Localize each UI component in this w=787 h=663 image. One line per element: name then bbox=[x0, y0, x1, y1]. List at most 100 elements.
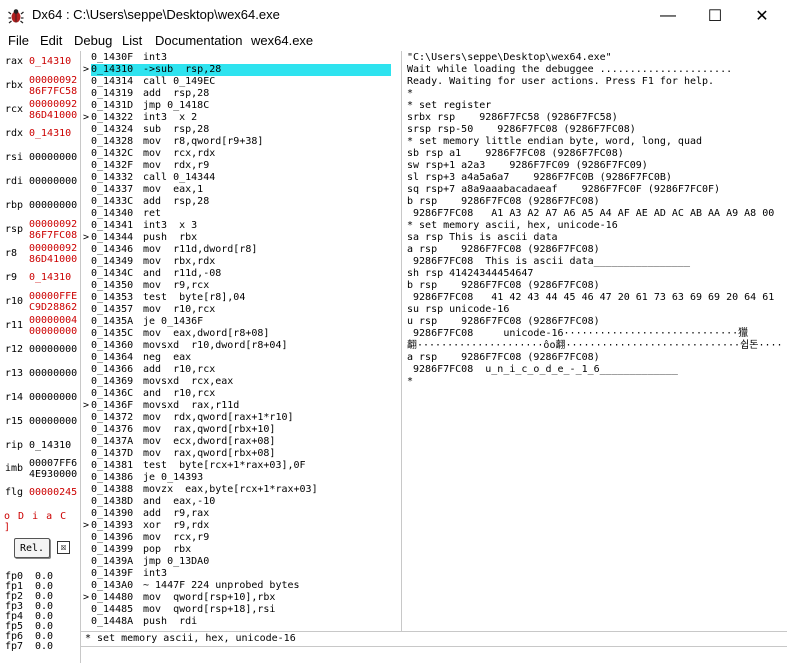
register-value[interactable]: 00000092 bbox=[29, 243, 85, 254]
register-value[interactable]: 00000000 bbox=[29, 200, 85, 211]
command-input[interactable] bbox=[81, 646, 787, 663]
disasm-address: 0_1436F bbox=[91, 400, 134, 411]
register-value[interactable]: 00000000 bbox=[29, 392, 85, 403]
disasm-line[interactable]: 0_14388 movzx eax,byte[rcx+1*rax+03] bbox=[81, 484, 401, 496]
disasm-line[interactable]: 0_14341 int3 x 3 bbox=[81, 220, 401, 232]
register-value[interactable]: 00000245 bbox=[29, 487, 85, 498]
disasm-line[interactable]: 0_14364 neg eax bbox=[81, 352, 401, 364]
disassembly-pane[interactable]: 0_1430F int3 >0_14310 ->sub rsp,28 0_14314 ca… bbox=[81, 51, 402, 631]
disasm-line[interactable]: >0_14393 xor r9,rdx bbox=[81, 520, 401, 532]
register-value[interactable]: 00000000 bbox=[29, 416, 85, 427]
register-value[interactable]: 86D41000 bbox=[29, 254, 85, 265]
disasm-instruction: push rbx bbox=[143, 232, 198, 243]
disasm-line[interactable]: >0_14344 push rbx bbox=[81, 232, 401, 244]
register-value[interactable]: 0_14310 bbox=[29, 128, 85, 139]
register-value[interactable]: 00000000 bbox=[29, 344, 85, 355]
disasm-instruction: xor r9,rdx bbox=[143, 520, 210, 531]
disasm-line[interactable]: >0_14480 mov qword[rsp+10],rbx bbox=[81, 592, 401, 604]
disasm-line[interactable]: 0_14340 ret bbox=[81, 208, 401, 220]
disasm-line[interactable]: 0_14396 mov rcx,r9 bbox=[81, 532, 401, 544]
menu-wex64[interactable]: wex64.exe bbox=[251, 33, 313, 48]
disasm-current-line[interactable]: >0_14310 ->sub rsp,28 bbox=[81, 64, 401, 76]
disasm-line[interactable]: 0_1431D jmp 0_1418C bbox=[81, 100, 401, 112]
disasm-line[interactable]: 0_1438D and eax,-10 bbox=[81, 496, 401, 508]
disasm-line[interactable]: 0_1432F mov rdx,r9 bbox=[81, 160, 401, 172]
disasm-instruction: ->sub rsp,28 bbox=[143, 64, 222, 75]
relative-button[interactable]: Rel. bbox=[14, 538, 50, 558]
menu-debug[interactable]: Debug bbox=[74, 33, 112, 48]
disasm-line[interactable]: 0_14369 movsxd rcx,eax bbox=[81, 376, 401, 388]
disasm-line[interactable]: 0_14360 movsxd r10,dword[r8+04] bbox=[81, 340, 401, 352]
console-pane[interactable]: "C:\Users\seppe\Desktop\wex64.exe" Wait w… bbox=[402, 51, 787, 631]
disasm-line[interactable]: 0_143A0 ~ 1447F 224 unprobed bytes bbox=[81, 580, 401, 592]
disasm-line[interactable]: 0_1433C add rsp,28 bbox=[81, 196, 401, 208]
close-button[interactable]: ✕ bbox=[739, 0, 785, 31]
register-value[interactable]: 0_14310 bbox=[29, 56, 85, 67]
disasm-line[interactable]: 0_14386 je 0_14393 bbox=[81, 472, 401, 484]
disasm-line[interactable]: 0_1436C and r10,rcx bbox=[81, 388, 401, 400]
register-value[interactable]: 86F7FC58 bbox=[29, 86, 85, 97]
disasm-line[interactable]: 0_14376 mov rax,qword[rbx+10] bbox=[81, 424, 401, 436]
disasm-instruction: mov qword[rsp+10],rbx bbox=[143, 592, 276, 603]
disasm-line[interactable]: 0_1439A jmp 0_13DA0 bbox=[81, 556, 401, 568]
register-value[interactable]: 86F7FC08 bbox=[29, 230, 85, 241]
register-value[interactable]: 00000000 bbox=[29, 176, 85, 187]
disasm-line[interactable]: 0_14346 mov r11d,dword[r8] bbox=[81, 244, 401, 256]
disasm-line[interactable]: 0_14337 mov eax,1 bbox=[81, 184, 401, 196]
disasm-line[interactable]: 0_14372 mov rdx,qword[rax+1*r10] bbox=[81, 412, 401, 424]
menu-list[interactable]: List bbox=[122, 33, 142, 48]
disasm-line[interactable]: 0_14319 add rsp,28 bbox=[81, 88, 401, 100]
disasm-line[interactable]: 0_14399 pop rbx bbox=[81, 544, 401, 556]
disasm-line[interactable]: 0_14366 add r10,rcx bbox=[81, 364, 401, 376]
disasm-line[interactable]: 0_14314 call 0_149EC bbox=[81, 76, 401, 88]
disasm-line[interactable]: 0_14353 test byte[r8],04 bbox=[81, 292, 401, 304]
disasm-line[interactable]: 0_14328 mov r8,qword[r9+38] bbox=[81, 136, 401, 148]
register-value[interactable]: 00000004 bbox=[29, 315, 85, 326]
disasm-line[interactable]: 0_1439F int3 bbox=[81, 568, 401, 580]
disasm-line[interactable]: 0_14381 test byte[rcx+1*rax+03],0F bbox=[81, 460, 401, 472]
console-line: a rsp 9286F7FC08 (9286F7FC08) bbox=[407, 352, 600, 363]
disasm-line[interactable]: 0_1437D mov rax,qword[rbx+08] bbox=[81, 448, 401, 460]
register-value[interactable]: 00000092 bbox=[29, 219, 85, 230]
disasm-line[interactable]: 0_14485 mov qword[rsp+18],rsi bbox=[81, 604, 401, 616]
register-value[interactable]: 00007FF6 bbox=[29, 458, 85, 469]
disasm-line[interactable]: 0_14332 call 0_14344 bbox=[81, 172, 401, 184]
menu-file[interactable]: File bbox=[8, 33, 29, 48]
disasm-line[interactable]: >0_1436F movsxd rax,r11d bbox=[81, 400, 401, 412]
disasm-line[interactable]: >0_14322 int3 x 2 bbox=[81, 112, 401, 124]
disasm-line[interactable]: 0_14324 sub rsp,28 bbox=[81, 124, 401, 136]
register-value[interactable]: 0_14310 bbox=[29, 440, 85, 451]
register-value[interactable]: 00000092 bbox=[29, 75, 85, 86]
maximize-icon: ☐ bbox=[707, 7, 723, 25]
disasm-address: 0_14344 bbox=[91, 232, 134, 243]
disasm-line[interactable]: 0_14349 mov rbx,rdx bbox=[81, 256, 401, 268]
menu-edit[interactable]: Edit bbox=[40, 33, 62, 48]
register-value[interactable]: 00000FFE bbox=[29, 291, 85, 302]
disasm-line[interactable]: 0_14357 mov r10,rcx bbox=[81, 304, 401, 316]
disasm-line[interactable]: 0_1432C mov rcx,rdx bbox=[81, 148, 401, 160]
minimize-button[interactable]: — bbox=[645, 0, 691, 31]
maximize-button[interactable]: ☐ bbox=[692, 0, 738, 31]
menu-documentation[interactable]: Documentation bbox=[155, 33, 242, 48]
disasm-line[interactable]: 0_1435A je 0_1436F bbox=[81, 316, 401, 328]
register-value[interactable]: C9D28862 bbox=[29, 302, 85, 313]
disasm-instruction: jmp 0_1418C bbox=[143, 100, 210, 111]
register-value[interactable]: 00000000 bbox=[29, 326, 85, 337]
register-value[interactable]: 4E930000 bbox=[29, 469, 85, 480]
disasm-line[interactable]: 0_1434C and r11d,-08 bbox=[81, 268, 401, 280]
relative-checkbox[interactable]: ☒ bbox=[57, 541, 70, 554]
disasm-line[interactable]: 0_1435C mov eax,dword[r8+08] bbox=[81, 328, 401, 340]
disasm-line[interactable]: 0_1448A push rdi bbox=[81, 616, 401, 628]
register-value[interactable]: 00000092 bbox=[29, 99, 85, 110]
disasm-line[interactable]: 0_14350 mov r9,rcx bbox=[81, 280, 401, 292]
disasm-line[interactable]: 0_1437A mov ecx,dword[rax+08] bbox=[81, 436, 401, 448]
flags-display[interactable]: o D i a C ] bbox=[4, 511, 80, 533]
register-value[interactable]: 00000000 bbox=[29, 368, 85, 379]
register-value[interactable]: 00000000 bbox=[29, 152, 85, 163]
register-value[interactable]: 0_14310 bbox=[29, 272, 85, 283]
register-value[interactable]: 86D41000 bbox=[29, 110, 85, 121]
disasm-line[interactable]: 0_14390 add r9,rax bbox=[81, 508, 401, 520]
disasm-line[interactable]: 0_1430F int3 bbox=[81, 52, 401, 64]
disasm-instruction: mov rax,qword[rbx+08] bbox=[143, 448, 276, 459]
disasm-instruction: mov rdx,r9 bbox=[143, 160, 210, 171]
